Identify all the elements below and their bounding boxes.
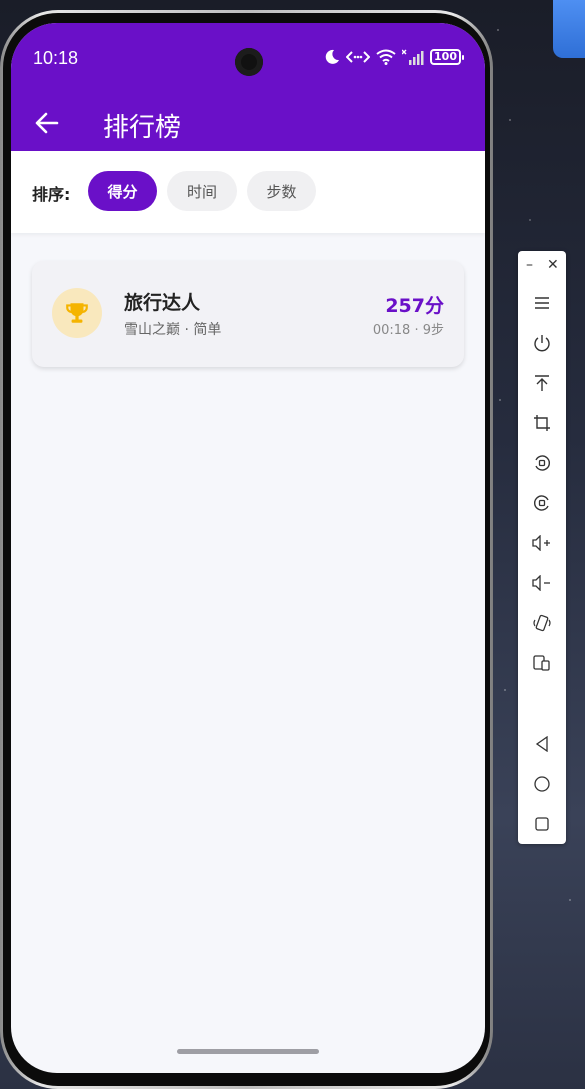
minimize-button[interactable]: – xyxy=(526,257,533,273)
front-camera xyxy=(235,48,263,76)
sort-chip-steps[interactable]: 步数 xyxy=(247,171,316,211)
volume-up-button[interactable] xyxy=(530,531,554,555)
nav-recents-button[interactable] xyxy=(530,812,554,836)
app-header: 10:18 100 排行榜 xyxy=(11,23,485,151)
wifi-icon xyxy=(376,49,396,65)
signal-icon xyxy=(402,49,424,65)
status-time: 10:18 xyxy=(33,48,79,68)
sort-chip-score[interactable]: 得分 xyxy=(88,171,157,211)
rotate-right-button[interactable] xyxy=(530,491,554,515)
sort-bar: 排序: 得分 时间 步数 xyxy=(11,151,485,233)
menu-icon xyxy=(535,297,549,309)
entry-meta: 00:18 · 9步 xyxy=(372,323,444,338)
nav-back-button[interactable] xyxy=(530,732,554,756)
power-icon xyxy=(534,335,550,352)
back-nav-icon xyxy=(535,736,548,752)
shake-button[interactable] xyxy=(530,611,554,635)
rotate-left-button[interactable] xyxy=(530,451,554,475)
menu-button[interactable] xyxy=(530,291,554,315)
multi-screen-button[interactable] xyxy=(530,651,554,675)
upload-button[interactable] xyxy=(530,371,554,395)
moon-icon xyxy=(325,49,340,64)
close-button[interactable]: ✕ xyxy=(547,257,559,273)
trophy-icon xyxy=(66,303,88,323)
power-button[interactable] xyxy=(530,331,554,355)
arrow-left-icon xyxy=(35,112,59,134)
phone-screen: 10:18 100 排行榜 排序: 得分 时间 步数 旅行达人 雪山之巅 · 简… xyxy=(11,23,485,1073)
recents-nav-icon xyxy=(535,817,549,831)
phone-frame: 10:18 100 排行榜 排序: 得分 时间 步数 旅行达人 雪山之巅 · 简… xyxy=(0,10,493,1089)
entry-subtitle: 雪山之巅 · 简单 xyxy=(124,322,222,338)
nav-home-button[interactable] xyxy=(530,772,554,796)
volume-up-icon xyxy=(532,535,550,551)
status-icons: 100 xyxy=(324,49,464,65)
home-indicator[interactable] xyxy=(177,1049,319,1054)
volume-down-button[interactable] xyxy=(530,571,554,595)
desktop-app-icon[interactable] xyxy=(553,0,585,58)
crop-button[interactable] xyxy=(530,411,554,435)
upload-icon xyxy=(535,375,549,391)
home-nav-icon xyxy=(534,776,550,792)
entry-score: 257分 xyxy=(385,295,444,317)
volume-down-icon xyxy=(532,575,550,591)
battery-indicator: 100 xyxy=(430,49,464,65)
crop-icon xyxy=(534,415,550,431)
rotate-left-icon xyxy=(535,455,551,471)
sort-chip-time[interactable]: 时间 xyxy=(167,171,237,211)
trophy-badge xyxy=(52,288,102,338)
data-transfer-icon xyxy=(346,51,371,63)
page-title: 排行榜 xyxy=(103,113,182,143)
shake-icon xyxy=(533,614,551,632)
multi-screen-icon xyxy=(533,655,550,671)
emulator-toolbar: – ✕ xyxy=(518,251,566,844)
back-button[interactable] xyxy=(33,109,61,137)
sort-label: 排序: xyxy=(32,185,71,204)
entry-name: 旅行达人 xyxy=(124,292,201,314)
rotate-right-icon xyxy=(533,495,549,511)
leaderboard-entry[interactable]: 旅行达人 雪山之巅 · 简单 257分 00:18 · 9步 xyxy=(32,261,464,367)
